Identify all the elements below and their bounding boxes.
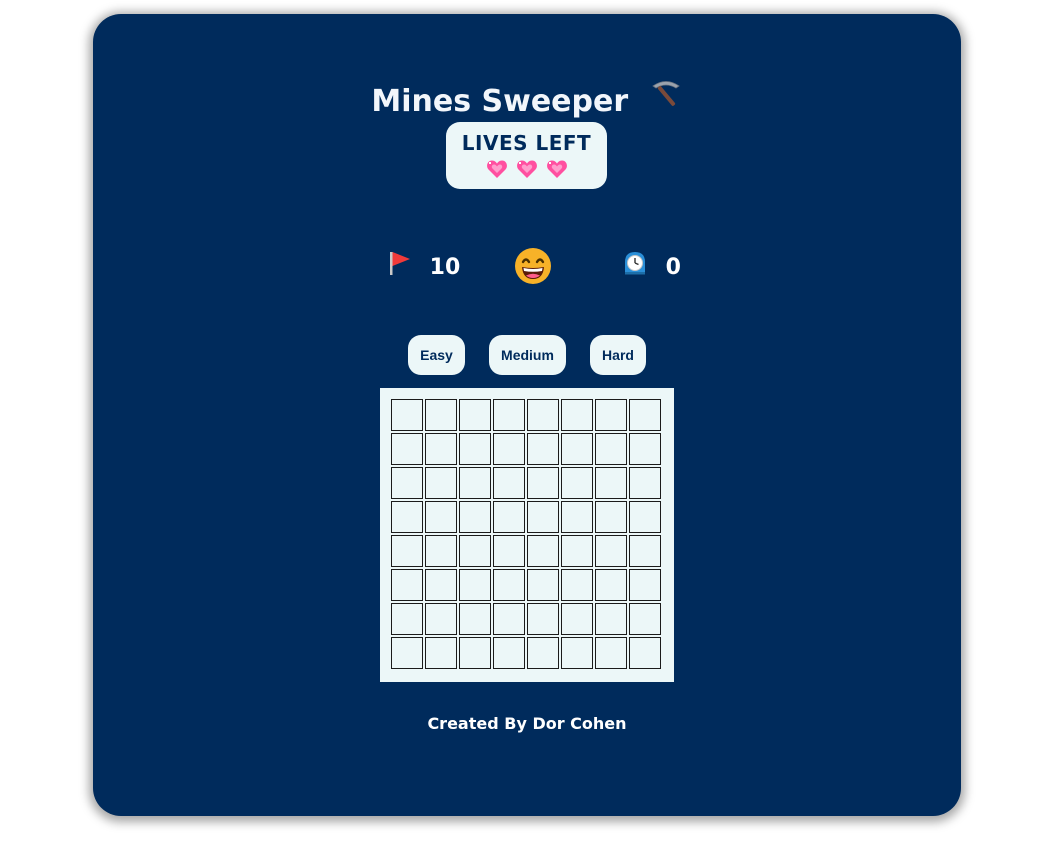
board-cell[interactable] xyxy=(493,603,525,635)
board-cell[interactable] xyxy=(561,501,593,533)
board-cell[interactable] xyxy=(391,569,423,601)
lives-label: LIVES LEFT xyxy=(461,131,592,155)
board-cell[interactable] xyxy=(391,467,423,499)
board-cell[interactable] xyxy=(629,467,661,499)
board-cell[interactable] xyxy=(629,535,661,567)
board-cell[interactable] xyxy=(425,467,457,499)
board-cell[interactable] xyxy=(391,637,423,669)
board-cell[interactable] xyxy=(595,603,627,635)
board-cell[interactable] xyxy=(595,501,627,533)
board-cell[interactable] xyxy=(493,433,525,465)
title-row: Mines Sweeper xyxy=(93,80,961,124)
board-cell[interactable] xyxy=(391,501,423,533)
board-cell[interactable] xyxy=(595,637,627,669)
board-cell[interactable] xyxy=(527,501,559,533)
timer-value: 0 xyxy=(665,255,681,280)
board-cell[interactable] xyxy=(527,637,559,669)
board-cell[interactable] xyxy=(527,399,559,431)
grinning-face-icon xyxy=(515,248,551,284)
board-cell[interactable] xyxy=(391,535,423,567)
board-cell[interactable] xyxy=(561,399,593,431)
page-title: Mines Sweeper xyxy=(371,84,629,119)
board-cell[interactable] xyxy=(527,569,559,601)
board-cell[interactable] xyxy=(561,535,593,567)
board-cell[interactable] xyxy=(527,535,559,567)
lives-panel: LIVES LEFT xyxy=(446,122,607,189)
board-cell[interactable] xyxy=(629,603,661,635)
board-cell[interactable] xyxy=(459,569,491,601)
game-board xyxy=(380,388,674,682)
board-cell[interactable] xyxy=(629,637,661,669)
footer-credit: Created By Dor Cohen xyxy=(427,714,627,733)
board-cell[interactable] xyxy=(527,467,559,499)
pickaxe-icon xyxy=(649,76,683,123)
flags-counter: 10 xyxy=(388,250,460,282)
clock-icon xyxy=(622,250,648,286)
board-cell[interactable] xyxy=(425,569,457,601)
board-cell[interactable] xyxy=(425,399,457,431)
board-cell[interactable] xyxy=(493,569,525,601)
timer-counter: 0 xyxy=(622,250,681,282)
board-cell[interactable] xyxy=(561,467,593,499)
board-cell[interactable] xyxy=(459,467,491,499)
board-cell[interactable] xyxy=(629,501,661,533)
smiley-reset-button[interactable] xyxy=(514,247,552,285)
medium-level-button[interactable]: Medium xyxy=(489,335,566,375)
board-cell[interactable] xyxy=(459,603,491,635)
game-container: Mines Sweeper LIVES LEFT 10 0 Easy Mediu… xyxy=(93,14,961,816)
heart-icon xyxy=(546,159,568,179)
flags-count: 10 xyxy=(429,255,461,280)
board-cell[interactable] xyxy=(595,399,627,431)
board-cell[interactable] xyxy=(595,467,627,499)
flag-icon xyxy=(388,250,412,286)
hearts-row xyxy=(446,159,607,179)
board-cell[interactable] xyxy=(561,637,593,669)
board-cell[interactable] xyxy=(391,603,423,635)
board-cell[interactable] xyxy=(595,569,627,601)
board-cell[interactable] xyxy=(391,433,423,465)
heart-icon xyxy=(486,159,508,179)
board-cell[interactable] xyxy=(527,433,559,465)
board-cell[interactable] xyxy=(459,535,491,567)
board-cell[interactable] xyxy=(459,399,491,431)
board-cell[interactable] xyxy=(493,467,525,499)
board-cell[interactable] xyxy=(425,603,457,635)
board-cell[interactable] xyxy=(561,603,593,635)
board-cell[interactable] xyxy=(561,433,593,465)
board-cell[interactable] xyxy=(425,501,457,533)
board-cell[interactable] xyxy=(459,433,491,465)
board-cell[interactable] xyxy=(493,637,525,669)
board-cell[interactable] xyxy=(493,501,525,533)
heart-icon xyxy=(516,159,538,179)
board-cell[interactable] xyxy=(391,399,423,431)
board-cell[interactable] xyxy=(459,637,491,669)
board-cell[interactable] xyxy=(425,535,457,567)
cell-grid xyxy=(391,399,661,669)
board-cell[interactable] xyxy=(629,399,661,431)
easy-level-button[interactable]: Easy xyxy=(408,335,465,375)
hard-level-button[interactable]: Hard xyxy=(590,335,646,375)
board-cell[interactable] xyxy=(561,569,593,601)
board-cell[interactable] xyxy=(493,535,525,567)
board-cell[interactable] xyxy=(595,535,627,567)
board-cell[interactable] xyxy=(595,433,627,465)
board-cell[interactable] xyxy=(493,399,525,431)
board-cell[interactable] xyxy=(527,603,559,635)
board-cell[interactable] xyxy=(425,637,457,669)
board-cell[interactable] xyxy=(629,433,661,465)
board-cell[interactable] xyxy=(425,433,457,465)
board-cell[interactable] xyxy=(629,569,661,601)
board-cell[interactable] xyxy=(459,501,491,533)
